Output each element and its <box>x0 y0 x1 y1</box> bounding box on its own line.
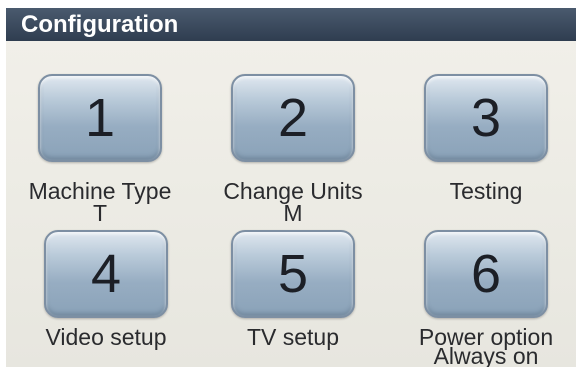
title-bar: Configuration <box>6 8 576 41</box>
device-screen: Configuration 1 Machine Type T 2 Change … <box>0 0 582 367</box>
tv-setup-label: TV setup <box>246 324 340 350</box>
power-option-button[interactable]: 6 <box>424 230 548 318</box>
power-option-value: Always on <box>433 343 539 367</box>
button-number-3: 3 <box>470 88 502 148</box>
video-setup-button[interactable]: 4 <box>44 230 168 318</box>
testing-button[interactable]: 3 <box>424 74 548 162</box>
change-units-value: M <box>283 200 303 226</box>
button-number-2: 2 <box>277 88 309 148</box>
button-number-6: 6 <box>470 244 502 304</box>
button-number-1: 1 <box>84 88 116 148</box>
machine-type-value: T <box>92 200 108 226</box>
button-number-5: 5 <box>277 244 309 304</box>
machine-type-button[interactable]: 1 <box>38 74 162 162</box>
video-setup-label: Video setup <box>45 324 167 350</box>
button-number-4: 4 <box>90 244 122 304</box>
screen-title: Configuration <box>21 11 179 38</box>
testing-label: Testing <box>449 178 523 204</box>
change-units-button[interactable]: 2 <box>231 74 355 162</box>
configuration-screen: Configuration 1 Machine Type T 2 Change … <box>6 8 576 367</box>
tv-setup-button[interactable]: 5 <box>231 230 355 318</box>
